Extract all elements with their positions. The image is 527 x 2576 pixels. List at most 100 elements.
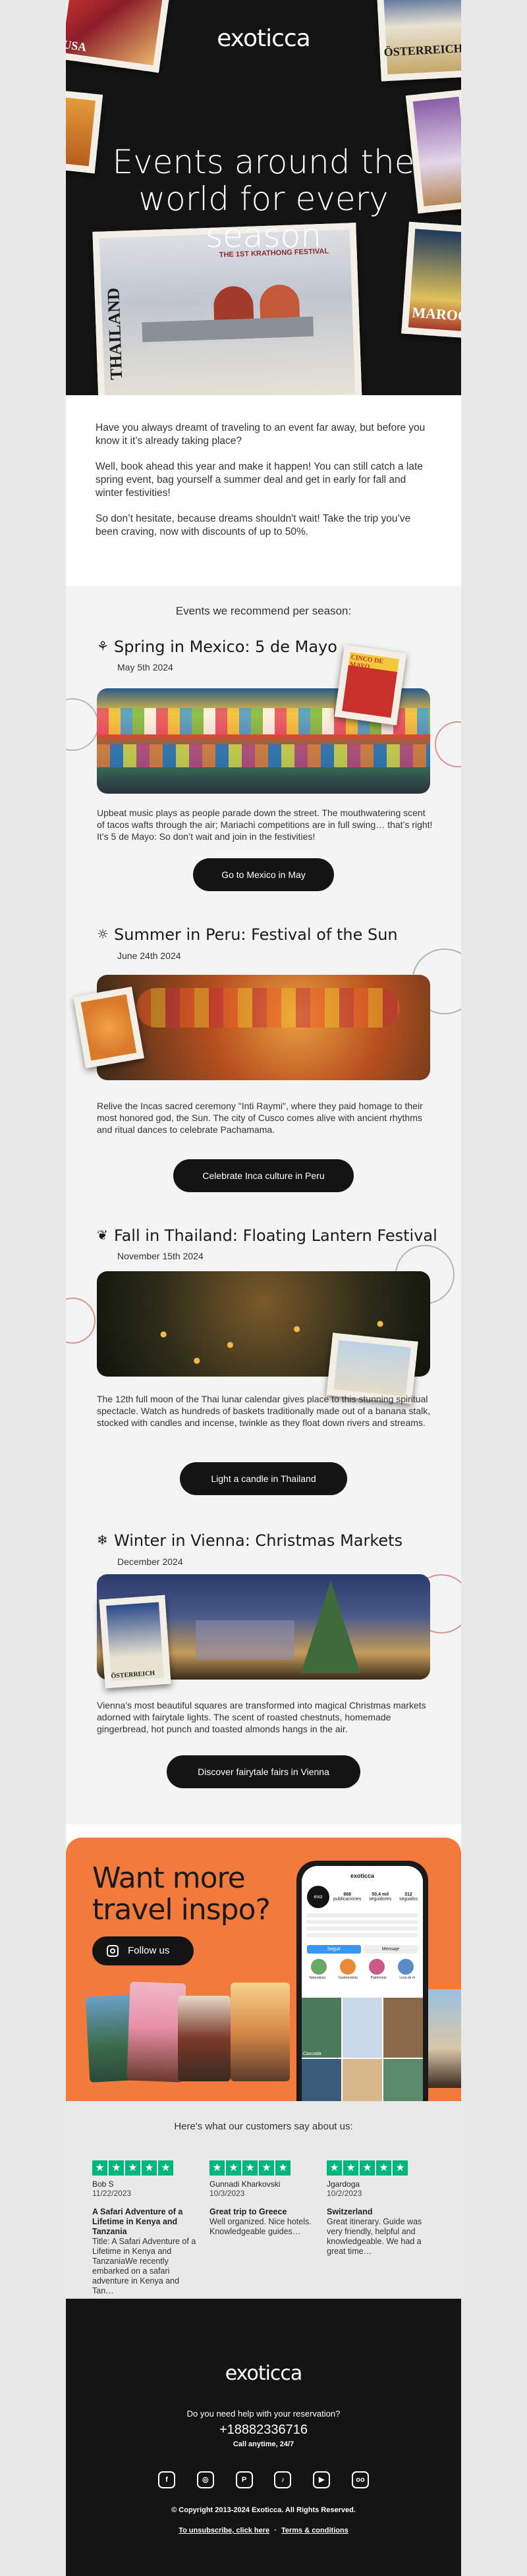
event-title-text: Spring in Mexico: 5 de Mayo bbox=[114, 638, 337, 656]
hero-banner: USA ÖSTERREICH MAROC THAILAND THE 1ST KR… bbox=[66, 0, 461, 395]
following-label: seguidos bbox=[399, 1897, 418, 1902]
follow-label: Follow us bbox=[128, 1945, 170, 1956]
profile-username: exoticca bbox=[350, 1873, 375, 1879]
review-date: 10/3/2023 bbox=[209, 2189, 245, 2198]
cta-mexico-button[interactable]: Go to Mexico in May bbox=[193, 858, 334, 891]
profile-message-button: Mensaje bbox=[364, 1945, 418, 1954]
highlight-label: Gastronomía bbox=[338, 1976, 358, 1980]
help-question: Do you need help with your reservation? bbox=[186, 2409, 341, 2419]
event-title-thailand: ❦ Fall in Thailand: Floating Lantern Fest… bbox=[97, 1226, 437, 1245]
follow-us-button[interactable]: Follow us bbox=[92, 1936, 194, 1965]
followers-label: seguidores bbox=[369, 1897, 392, 1902]
photo-pagoda bbox=[178, 1996, 231, 2081]
avatar: exo bbox=[307, 1886, 329, 1908]
event-date: November 15th 2024 bbox=[117, 1251, 204, 1261]
profile-follow-button: Seguir bbox=[307, 1945, 361, 1954]
event-image-peru[interactable] bbox=[97, 975, 430, 1080]
event-date: December 2024 bbox=[117, 1556, 183, 1567]
instagram-promo: Want more travel inspo? Follow us exotic… bbox=[66, 1838, 461, 2101]
stamp-label: THAILAND bbox=[103, 287, 126, 381]
review-title: Great trip to Greece bbox=[209, 2207, 287, 2216]
event-description: Vienna's most beautiful squares are tran… bbox=[97, 1700, 426, 1734]
highlight-label: Naturaleza bbox=[309, 1976, 326, 1980]
highlight-label: Patrimonio bbox=[370, 1976, 387, 1980]
facebook-icon[interactable]: f bbox=[158, 2471, 175, 2488]
inspo-title-line: Want more bbox=[92, 1861, 246, 1895]
highlight-circle bbox=[340, 1959, 356, 1975]
event-title-mexico: ⚘ Spring in Mexico: 5 de Mayo bbox=[97, 638, 337, 656]
event-description: Upbeat music plays as people parade down… bbox=[97, 808, 433, 842]
brand-logo[interactable]: exoticca bbox=[66, 25, 461, 52]
rating-stars: ★ ★ ★ ★ ★ bbox=[327, 2160, 432, 2176]
review-author: Bob S bbox=[92, 2179, 114, 2189]
highlight-circle bbox=[398, 1959, 414, 1975]
instagram-profile-screen: exoticca exo 868 publicaciones 50,4 mil se… bbox=[302, 1866, 423, 2101]
review-card[interactable]: ★ ★ ★ ★ ★ Gunnadi Kharkovski 10/3/2023 Great… bbox=[209, 2160, 315, 2237]
review-body: Well organized. Nice hotels. Knowledgeab… bbox=[209, 2217, 312, 2236]
intro-paragraph: Well, book ahead this year and make it h… bbox=[96, 461, 423, 499]
intro-paragraph: So don’t hesitate, because dreams should… bbox=[96, 513, 411, 537]
event-date: June 24th 2024 bbox=[117, 950, 181, 961]
snowflake-icon: ❄ bbox=[97, 1532, 108, 1548]
tripadvisor-icon[interactable]: oo bbox=[351, 2471, 369, 2488]
event-title-text: Winter in Vienna: Christmas Markets bbox=[114, 1531, 403, 1550]
review-title: Switzerland bbox=[327, 2207, 373, 2216]
event-title-peru: ☼ Summer in Peru: Festival of the Sun bbox=[97, 925, 398, 944]
event-description: The 12th full moon of the Thai lunar cal… bbox=[97, 1394, 431, 1428]
posts-count: 868 bbox=[343, 1892, 352, 1897]
instagram-icon bbox=[107, 1945, 119, 1957]
copyright: © Copyright 2013-2024 Exoticca. All Righ… bbox=[171, 2506, 356, 2514]
event-title-text: Fall in Thailand: Floating Lantern Festi… bbox=[114, 1226, 437, 1245]
intro-text: Have you always dreamt of traveling to a… bbox=[96, 422, 431, 551]
intro-paragraph: Have you always dreamt of traveling to a… bbox=[96, 422, 426, 447]
review-author: Jgardoga bbox=[327, 2179, 360, 2189]
cta-vienna-button[interactable]: Discover fairytale fairs in Vienna bbox=[167, 1755, 360, 1788]
review-title: A Safari Adventure of a Lifetime in Keny… bbox=[92, 2207, 183, 2236]
leaf-icon: ❦ bbox=[97, 1227, 108, 1243]
highlight-circle bbox=[369, 1959, 385, 1975]
inspo-title: Want more travel inspo? bbox=[92, 1861, 271, 1927]
review-card[interactable]: ★ ★ ★ ★ ★ Bob S 11/22/2023 A Safari Adventur… bbox=[92, 2160, 198, 2296]
footer-logo[interactable]: exoticca bbox=[66, 2362, 461, 2385]
stamp-peru bbox=[73, 987, 144, 1068]
tiktok-icon[interactable]: ♪ bbox=[274, 2471, 292, 2488]
email-container: USA ÖSTERREICH MAROC THAILAND THE 1ST KR… bbox=[66, 0, 461, 2576]
highlight-label: Luna de m bbox=[399, 1976, 416, 1980]
stamp-osterreich-small: ÖSTERREICH bbox=[99, 1595, 171, 1689]
review-date: 11/22/2023 bbox=[92, 2189, 132, 2198]
event-date: May 5th 2024 bbox=[117, 662, 173, 672]
terms-link[interactable]: Terms & conditions bbox=[281, 2527, 348, 2535]
event-description: Relive the Incas sacred ceremony "Inti R… bbox=[97, 1101, 423, 1135]
instagram-icon[interactable]: ◎ bbox=[196, 2471, 214, 2488]
rating-stars: ★ ★ ★ ★ ★ bbox=[209, 2160, 315, 2176]
footer-links: To unsubscribe, click here · Terms & con… bbox=[66, 2527, 461, 2535]
highlight-circle bbox=[311, 1959, 327, 1975]
review-card[interactable]: ★ ★ ★ ★ ★ Jgardoga 10/2/2023 Switzerland Gre… bbox=[327, 2160, 432, 2257]
reviews-heading: Here's what our customers say about us: bbox=[174, 2121, 353, 2132]
link-separator: · bbox=[274, 2527, 277, 2535]
rating-stars: ★ ★ ★ ★ ★ bbox=[92, 2160, 198, 2176]
unsubscribe-link[interactable]: To unsubscribe, click here bbox=[179, 2527, 269, 2535]
flower-icon: ⚘ bbox=[97, 638, 109, 654]
phone-mockup: exoticca exo 868 publicaciones 50,4 mil se… bbox=[296, 1861, 428, 2101]
cta-peru-button[interactable]: Celebrate Inca culture in Peru bbox=[173, 1159, 354, 1192]
cta-thailand-button[interactable]: Light a candle in Thailand bbox=[180, 1462, 347, 1495]
stamp-left-mid bbox=[66, 90, 103, 174]
photo-caption: Cascada bbox=[303, 2052, 321, 2056]
pinterest-icon[interactable]: P bbox=[235, 2471, 253, 2488]
followers-count: 50,4 mil bbox=[372, 1892, 389, 1897]
help-availability: Call anytime, 24/7 bbox=[233, 2440, 294, 2448]
posts-label: publicaciones bbox=[333, 1897, 362, 1902]
stamp-cinco-de-mayo: CINCO DE MAYO bbox=[334, 644, 407, 726]
hero-title: Events around the world for every season bbox=[112, 143, 415, 255]
event-title-vienna: ❄ Winter in Vienna: Christmas Markets bbox=[97, 1531, 402, 1550]
inspo-title-line: travel inspo? bbox=[92, 1893, 271, 1927]
events-heading: Events we recommend per season: bbox=[175, 605, 352, 617]
help-phone[interactable]: +18882336716 bbox=[66, 2423, 461, 2438]
youtube-icon[interactable]: ▶ bbox=[313, 2471, 331, 2488]
event-title-text: Summer in Peru: Festival of the Sun bbox=[114, 925, 398, 944]
photo-easter-island bbox=[231, 1983, 290, 2081]
review-body: Title: A Safari Adventure of a Lifetime … bbox=[92, 2237, 196, 2295]
social-links: f ◎ P ♪ ▶ oo bbox=[158, 2471, 369, 2488]
sun-icon: ☼ bbox=[97, 926, 109, 942]
